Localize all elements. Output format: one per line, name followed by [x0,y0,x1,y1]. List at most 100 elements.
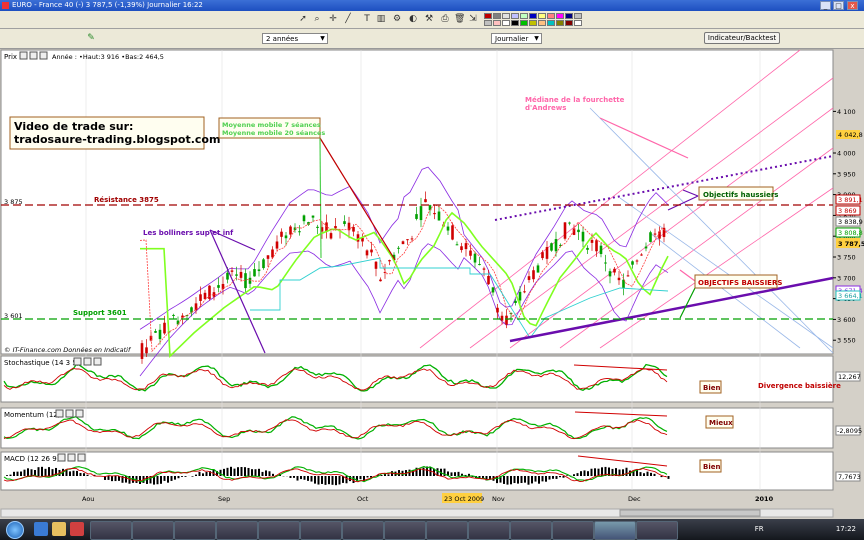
start-button[interactable] [6,521,24,539]
maximize-button[interactable]: □ [833,1,844,10]
taskbar-window-active[interactable] [594,521,636,540]
trendline-icon[interactable]: ╱ [343,14,353,24]
candle-body [635,260,639,262]
color-swatch[interactable] [529,13,537,19]
delete-icon[interactable]: 🗑 [454,14,465,24]
macd-value-text: 7,7673 [838,473,861,481]
candle-body [208,285,211,299]
taskbar-window-14[interactable] [636,521,678,540]
color-swatch[interactable] [574,13,582,19]
color-swatch[interactable] [493,13,501,19]
indicator-backtest-button[interactable]: Indicateur/Backtest [704,32,780,44]
momentum-panel-controls[interactable] [55,409,84,418]
bar-chart-icon[interactable]: ▥ [376,14,386,24]
macd-bar [191,476,194,477]
macd-bar [167,476,169,483]
stoch-panel-controls[interactable] [73,357,102,366]
macd-bar [198,471,201,476]
scrollbar-thumb[interactable] [619,509,761,517]
color-swatch[interactable] [529,20,537,26]
taskbar-window-7[interactable] [342,521,384,540]
candle-body [230,270,234,272]
macd-bar [27,468,29,476]
tools-icon[interactable]: ⚒ [424,14,434,24]
candle-body [617,277,621,281]
macd-bar [202,473,204,476]
taskbar-window-11[interactable] [510,521,552,540]
candle-body [284,235,288,239]
color-swatch[interactable] [547,20,555,26]
taskbar-window-9[interactable] [426,521,468,540]
color-swatch[interactable] [511,20,519,26]
taskbar-window-3[interactable] [174,521,216,540]
color-swatch[interactable] [511,13,519,19]
stoch-panel[interactable] [0,355,834,403]
minimize-button[interactable]: _ [820,1,831,10]
media-icon[interactable] [70,522,84,536]
macd-bar [254,469,257,476]
macd-bar [594,468,596,476]
candle-body [590,239,594,243]
macd-bar [48,467,50,476]
color-swatch[interactable] [502,20,510,26]
candle-body [397,247,400,249]
color-swatch[interactable] [574,20,582,26]
taskbar-window-2[interactable] [132,521,174,540]
macd-bar [450,472,453,476]
candle-body [154,331,157,333]
toolbar: ➚ ⌕ ✛ ╱ T ▥ ⚙ ◐ ⚒ ⎙ 🗑 ⇲ [0,11,864,29]
price-panel-label: Prix [4,53,17,61]
text-icon[interactable]: T [362,14,372,24]
folder-icon[interactable] [52,522,66,536]
color-swatch[interactable] [493,20,501,26]
y-tick-label: 3 550 [837,337,856,345]
candle-body [158,329,162,340]
color-swatch[interactable] [556,20,564,26]
clock[interactable]: 17:22 [836,525,856,533]
chart-area[interactable]: Prix Année : •Haut:3 916 •Bas:2 464,5 © … [0,48,864,519]
color-swatch[interactable] [556,13,564,19]
x-label-aou: Aou [82,495,94,503]
taskbar-window-6[interactable] [300,521,342,540]
color-swatch[interactable] [565,13,573,19]
color-swatch[interactable] [565,20,573,26]
taskbar-window-10[interactable] [468,521,510,540]
taskbar-window-4[interactable] [216,521,258,540]
taskbar-window-12[interactable] [552,521,594,540]
macd-bar [454,472,456,476]
period-select[interactable]: 2 années ▼ [262,33,328,44]
crosshair-icon[interactable]: ✛ [328,14,338,24]
color-swatch[interactable] [520,20,528,26]
taskbar-window-8[interactable] [384,521,426,540]
close-button[interactable]: x [847,1,858,10]
taskbar-window-1[interactable] [90,521,132,540]
cursor-icon[interactable]: ➚ [298,14,308,24]
language-indicator[interactable]: FR [755,525,764,533]
color-swatch[interactable] [502,13,510,19]
candle-body [257,269,261,272]
taskbar-window-5[interactable] [258,521,300,540]
settings-icon[interactable]: ⚙ [392,14,402,24]
color-swatch[interactable] [538,20,546,26]
zoom-icon[interactable]: ⌕ [312,14,322,24]
candle-body [311,215,315,218]
macd-panel-controls[interactable] [57,453,86,462]
macd-note: Bien [703,463,720,471]
macd-bar [482,476,484,478]
color-swatch[interactable] [538,13,546,19]
extra-icon[interactable]: ⇲ [468,14,478,24]
palette-icon[interactable]: ◐ [408,14,418,24]
color-swatch[interactable] [547,13,555,19]
macd-bar [503,476,505,484]
pencil-icon[interactable]: ✎ [86,33,96,43]
macd-bar [335,476,337,486]
color-swatch[interactable] [520,13,528,19]
macd-bar [72,470,75,476]
color-swatch[interactable] [484,13,492,19]
price-panel-controls[interactable] [19,51,48,60]
ie-icon[interactable] [34,522,48,536]
interval-select[interactable]: Journalier ▼ [491,33,542,44]
color-swatch[interactable] [484,20,492,26]
print-icon[interactable]: ⎙ [440,14,450,24]
macd-bar [587,471,589,476]
